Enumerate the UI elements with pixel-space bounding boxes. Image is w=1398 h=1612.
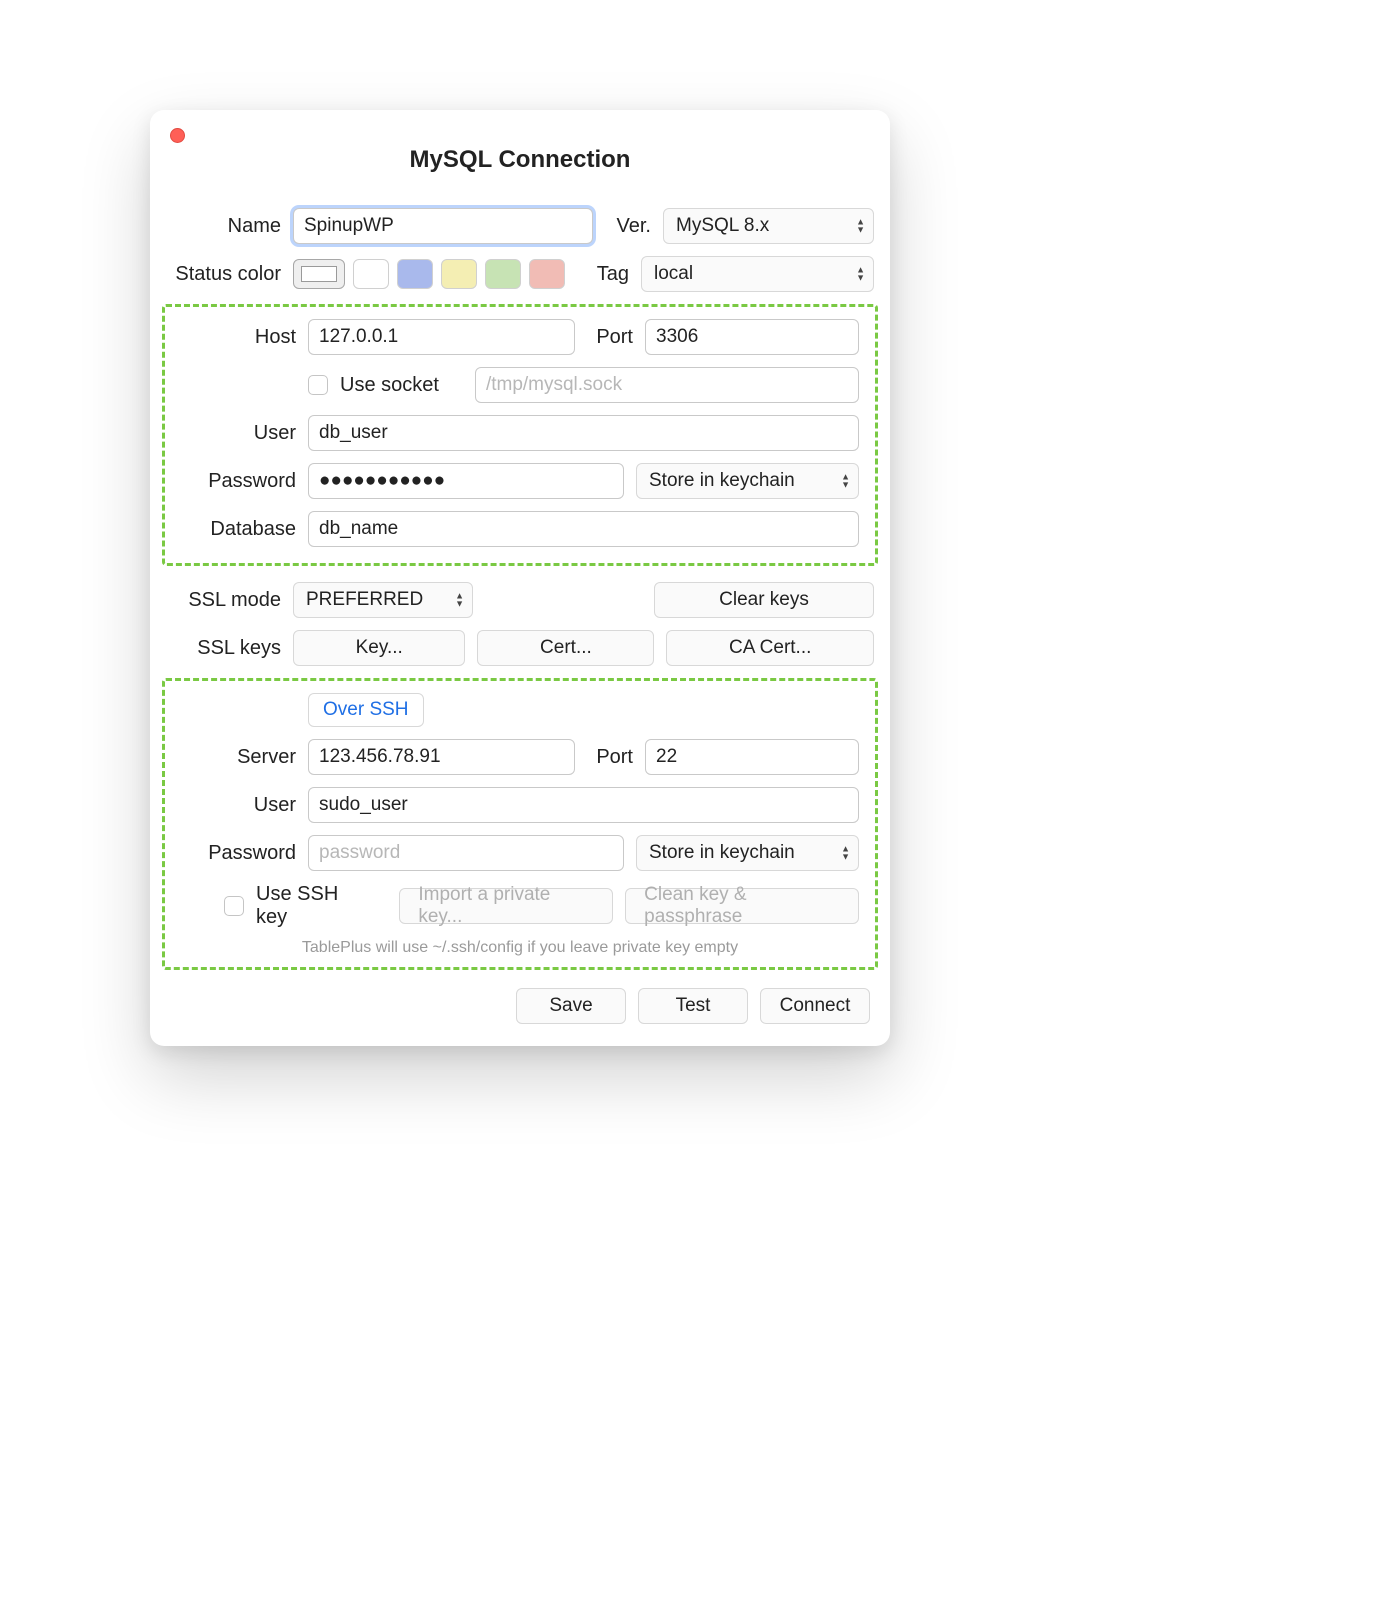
version-value: MySQL 8.x (676, 215, 769, 237)
save-button[interactable]: Save (516, 988, 626, 1024)
db-user-input[interactable] (308, 415, 859, 451)
clear-keys-button[interactable]: Clear keys (654, 582, 874, 618)
ssl-key-button[interactable]: Key... (293, 630, 465, 666)
ssh-port-label: Port (587, 746, 633, 769)
socket-input[interactable] (475, 367, 859, 403)
swatch-white[interactable] (353, 259, 389, 289)
tag-select[interactable]: local ▲▼ (641, 256, 874, 292)
clean-key-button[interactable]: Clean key & passphrase (625, 888, 859, 924)
swatch-blue[interactable] (397, 259, 433, 289)
connect-button[interactable]: Connect (760, 988, 870, 1024)
db-port-label: Port (587, 326, 633, 349)
ssh-port-input[interactable] (645, 739, 859, 775)
use-socket-label: Use socket (340, 374, 439, 397)
db-keychain-select[interactable]: Store in keychain ▲▼ (636, 463, 859, 499)
ssh-keychain-select[interactable]: Store in keychain ▲▼ (636, 835, 859, 871)
dialog-title: MySQL Connection (150, 146, 890, 174)
dialog-footer: Save Test Connect (150, 980, 890, 1024)
host-input[interactable] (308, 319, 575, 355)
ssh-hint: TablePlus will use ~/.ssh/config if you … (165, 939, 875, 957)
chevron-updown-icon: ▲▼ (856, 219, 865, 234)
connection-dialog: MySQL Connection Name Ver. MySQL 8.x ▲▼ … (150, 110, 890, 1046)
ssh-server-input[interactable] (308, 739, 575, 775)
use-ssh-key-checkbox[interactable] (224, 896, 244, 916)
ssh-password-input[interactable] (308, 835, 624, 871)
ssh-password-label: Password (181, 842, 296, 865)
chevron-updown-icon: ▲▼ (455, 593, 464, 608)
close-icon[interactable] (170, 128, 185, 143)
version-select[interactable]: MySQL 8.x ▲▼ (663, 208, 874, 244)
db-section-highlight: Host Port Use socket User Password Store… (162, 304, 878, 566)
ssh-server-label: Server (181, 746, 296, 769)
ssh-user-input[interactable] (308, 787, 859, 823)
swatch-green[interactable] (485, 259, 521, 289)
chevron-updown-icon: ▲▼ (841, 846, 850, 861)
db-port-input[interactable] (645, 319, 859, 355)
name-label: Name (166, 215, 281, 238)
swatch-yellow[interactable] (441, 259, 477, 289)
database-input[interactable] (308, 511, 859, 547)
ssh-section-highlight: Over SSH Server Port User Password Store… (162, 678, 878, 970)
ssl-keys-label: SSL keys (166, 637, 281, 660)
import-key-button[interactable]: Import a private key... (399, 888, 613, 924)
ssl-mode-label: SSL mode (166, 589, 281, 612)
db-password-label: Password (181, 470, 296, 493)
ssl-mode-select[interactable]: PREFERRED ▲▼ (293, 582, 473, 618)
use-socket-checkbox[interactable] (308, 375, 328, 395)
tag-value: local (654, 263, 693, 285)
db-user-label: User (181, 422, 296, 445)
ssl-mode-value: PREFERRED (306, 589, 423, 611)
swatch-default[interactable] (293, 259, 345, 289)
version-label: Ver. (605, 215, 651, 238)
database-label: Database (181, 518, 296, 541)
swatch-red[interactable] (529, 259, 565, 289)
ssh-user-label: User (181, 794, 296, 817)
test-button[interactable]: Test (638, 988, 748, 1024)
ssl-cert-button[interactable]: Cert... (477, 630, 654, 666)
db-password-input[interactable] (308, 463, 624, 499)
chevron-updown-icon: ▲▼ (856, 267, 865, 282)
name-input[interactable] (293, 208, 593, 244)
status-color-label: Status color (166, 263, 281, 286)
over-ssh-button[interactable]: Over SSH (308, 693, 424, 727)
host-label: Host (181, 326, 296, 349)
tag-label: Tag (583, 263, 629, 286)
ssh-keychain-value: Store in keychain (649, 842, 795, 864)
ssl-ca-button[interactable]: CA Cert... (666, 630, 874, 666)
use-ssh-key-label: Use SSH key (256, 883, 371, 929)
db-keychain-value: Store in keychain (649, 470, 795, 492)
chevron-updown-icon: ▲▼ (841, 474, 850, 489)
status-color-swatches (293, 259, 565, 289)
